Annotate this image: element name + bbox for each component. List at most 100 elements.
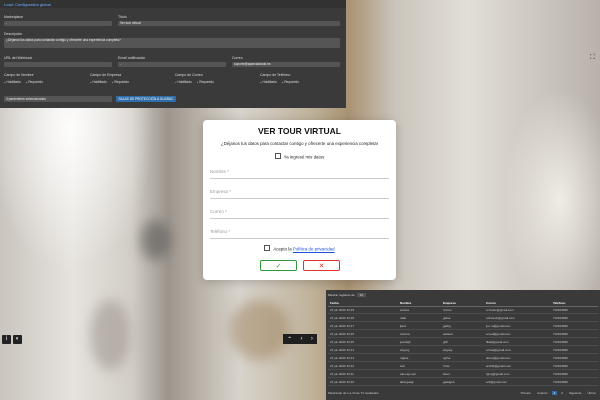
webhook-label: URL del Webhook [4, 56, 33, 60]
cell-phone: 711624990 [553, 356, 568, 360]
cell-phone: 711624990 [553, 332, 568, 336]
table-row[interactable]: 21 jun 2020 13:10 albergatgf gaddgsh ertf@g… [328, 379, 598, 386]
cell-date: 21 jun 2020 13:18 [330, 316, 355, 320]
cell-name: juandgb [400, 340, 411, 344]
cell-date: 21 jun 2020 13:19 [330, 308, 355, 312]
cell-date: 21 jun 2020 13:16 [330, 332, 355, 336]
name-input[interactable]: Nombre * [210, 166, 389, 179]
cell-company: nrzaro [443, 308, 452, 312]
email-field[interactable]: soporte@aparcalotodo.es [232, 62, 340, 67]
already-registered-label: Ya ingresé mis datos [283, 154, 325, 160]
webhook-field[interactable] [4, 62, 112, 67]
chevron-right-icon[interactable]: › [311, 336, 313, 342]
table-row[interactable]: 21 jun 2020 13:17 ljard gatftg jun.ru@gmail… [328, 323, 598, 330]
cell-date: 21 jun 2020 13:10 [330, 380, 355, 384]
table-row[interactable]: 21 jun 2020 13:14 ehgurg ehgurg ochsd@gmail… [328, 347, 598, 354]
already-registered-checkbox[interactable]: Ya ingresé mis datos [203, 153, 396, 160]
cell-company: sgtha [443, 356, 451, 360]
checkbox-icon[interactable] [274, 153, 281, 159]
cell-name: ljard [400, 324, 406, 328]
last-page-button[interactable]: Último [585, 391, 598, 395]
privacy-policy-link[interactable]: Política de privacidad [293, 247, 335, 252]
bg-shade [230, 300, 290, 360]
first-page-button[interactable]: Primero [519, 391, 534, 395]
phone-input[interactable]: Teléfono * [210, 226, 389, 239]
cell-name: sofi [400, 364, 405, 368]
page-1-button[interactable]: 1 [551, 391, 558, 395]
cell-date: 21 jun 2020 13:17 [330, 324, 355, 328]
description-label: Descripción [4, 32, 23, 36]
cell-email: fiklal@gmail.com [486, 340, 509, 344]
table-row[interactable]: 21 jun 2020 13:15 juandgb gldr fiklal@gmail… [328, 339, 598, 346]
cell-phone: 711624990 [553, 340, 568, 344]
email-field-options[interactable]: HabilitadoRequerido [175, 80, 214, 84]
page-size-label: Mostrar registros de [328, 292, 355, 297]
cell-phone: 711624990 [553, 364, 568, 368]
table-row[interactable]: 21 jun 2020 13:19 andrés nrzaro or.thodo@gm… [328, 307, 598, 314]
table-row[interactable]: 21 jun 2020 13:13 rdgfsa sgtha abrec@gmail.… [328, 355, 598, 362]
cell-name: rafal [400, 316, 406, 320]
company-input[interactable]: Empresa * [210, 186, 389, 199]
marketplace-field[interactable]: - [4, 21, 112, 26]
cell-date: 21 jun 2020 13:14 [330, 348, 355, 352]
table-row[interactable]: 21 jun 2020 13:16 victoria asdsed erved@gma… [328, 331, 598, 338]
cell-email: fgcrg@gmail.com [486, 372, 510, 376]
email-input[interactable]: Correo * [210, 206, 389, 219]
email-field-label: Campo de Correo [175, 73, 203, 77]
cell-email: ochsd@gmail.com [486, 348, 511, 352]
table-row[interactable]: 21 jun 2020 13:12 sofi frrwe andtbt@gmail.c… [328, 363, 598, 370]
cell-name: ehgurg [400, 348, 410, 352]
cell-phone: 711624990 [553, 308, 568, 312]
prev-page-button[interactable]: Anterior [535, 391, 550, 395]
cell-email: ertf@gmail.com [486, 380, 508, 384]
name-field-options[interactable]: HabilitadoRequerido [4, 80, 43, 84]
cell-name: victoria [400, 332, 410, 336]
page-size-select[interactable]: 10 [356, 292, 367, 297]
modal-subtitle: ¿Déjanos tus datos para contactar contig… [221, 141, 378, 146]
notify-field[interactable]: - [118, 62, 226, 67]
cell-date: 21 jun 2020 13:12 [330, 364, 355, 368]
cell-name: sam-ajn-opt [400, 372, 416, 376]
col-name[interactable]: Nombre [400, 301, 443, 305]
col-date[interactable]: Fecha [328, 301, 400, 305]
cell-company: frrwe [443, 364, 450, 368]
chevron-left-icon[interactable]: ‹ [301, 336, 303, 342]
page-2-button[interactable]: 2 [559, 391, 565, 395]
cell-phone: 711624990 [553, 324, 568, 328]
check-icon: ✓ [275, 263, 282, 270]
col-phone[interactable]: Teléfono [553, 301, 598, 305]
company-field-options[interactable]: HabilitadoRequerido [90, 80, 129, 84]
col-email[interactable]: Correo [486, 301, 553, 305]
cell-name: andrés [400, 308, 410, 312]
title-field[interactable]: Ver tour virtual [118, 21, 340, 26]
cell-email: erved@gmail.com [486, 332, 511, 336]
save-config-button[interactable]: SALAS DE PROTECCIÓN A GUARAC [116, 96, 176, 102]
cancel-button[interactable]: ✕ [303, 260, 340, 271]
phone-field-label: Campo de Teléfono [260, 73, 291, 77]
cell-name: rdgfsa [400, 356, 409, 360]
confirm-button[interactable]: ✓ [260, 260, 297, 271]
cell-company: fanel [443, 372, 450, 376]
phone-field-options[interactable]: HabilitadoRequerido [260, 80, 299, 84]
fullscreen-icon[interactable]: ⛶ [590, 54, 597, 61]
table-info: Mostrando de 1 a 10 de 71 resultados [328, 391, 379, 395]
close-icon: ✕ [318, 263, 325, 270]
col-company[interactable]: Empresa [443, 301, 486, 305]
params-select[interactable]: 4 parámetros seleccionados [4, 96, 112, 102]
table-row[interactable]: 21 jun 2020 13:11 sam-ajn-opt fanel fgcrg@g… [328, 371, 598, 378]
privacy-accept[interactable]: Acepto la Política de privacidad [203, 245, 396, 252]
checkbox-icon[interactable] [264, 245, 271, 251]
info-button[interactable]: i [2, 335, 11, 344]
next-page-button[interactable]: Siguiente [567, 391, 584, 395]
description-field[interactable]: ¿Dejanos tus datos para contactar contig… [4, 38, 340, 48]
cell-phone: 711624990 [553, 316, 568, 320]
chevron-up-icon[interactable]: ⌃ [287, 336, 292, 343]
theme-button[interactable]: ◐ [13, 335, 22, 344]
table-row[interactable]: 21 jun 2020 13:18 rafal gtdsa refrsandr@gma… [328, 315, 598, 322]
cell-phone: 711624990 [553, 380, 568, 384]
bg-shade [90, 300, 130, 370]
cell-name: albergatgf [400, 380, 414, 384]
cell-date: 21 jun 2020 13:13 [330, 356, 355, 360]
tour-lead-modal: VER TOUR VIRTUAL ¿Déjanos tus datos para… [203, 120, 396, 280]
info-icon: i [5, 336, 8, 342]
